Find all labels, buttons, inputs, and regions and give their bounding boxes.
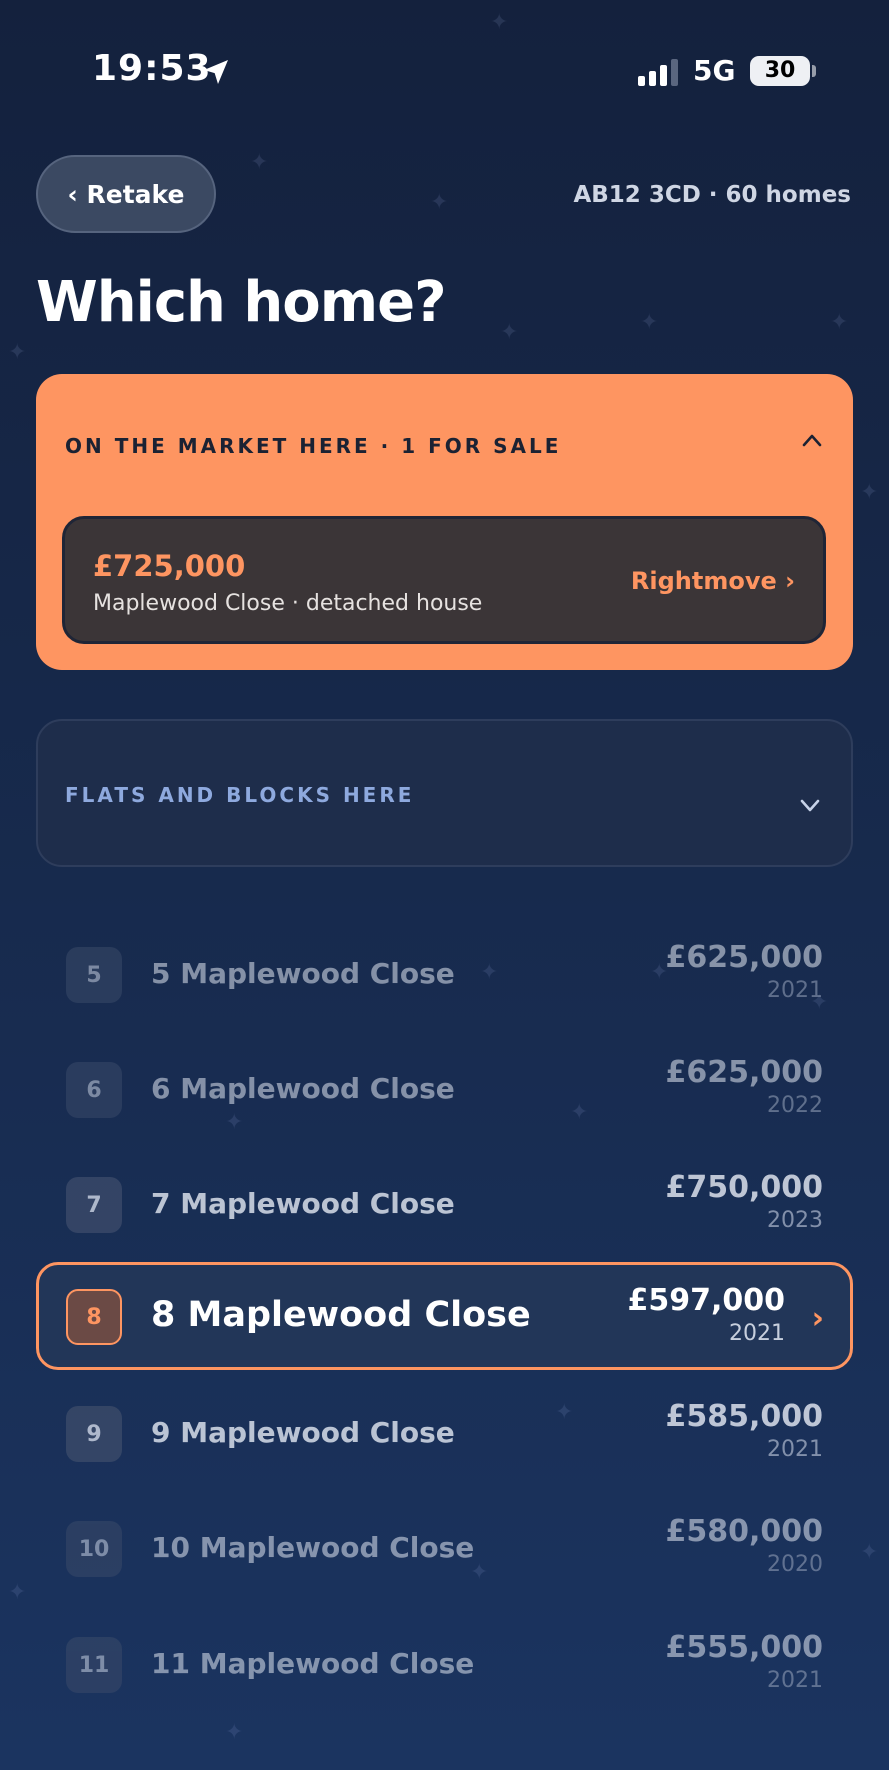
home-price: £585,000 (665, 1399, 823, 1434)
listing-description: Maplewood Close · detached house (93, 591, 483, 616)
page-title: Which home? (36, 270, 447, 335)
home-price: £555,000 (665, 1630, 823, 1665)
home-price: £597,000 (627, 1283, 785, 1318)
home-year: 2020 (767, 1552, 823, 1577)
home-row[interactable]: 10 10 Maplewood Close £580,000 2020 (36, 1494, 853, 1602)
home-year: 2021 (767, 1668, 823, 1693)
postcode-summary: AB12 3CD · 60 homes (573, 182, 851, 208)
home-number-badge: 8 (66, 1289, 122, 1345)
battery-nub (812, 65, 816, 77)
home-number-badge: 11 (66, 1637, 122, 1693)
home-number-badge: 7 (66, 1177, 122, 1233)
network-type: 5G (693, 54, 736, 87)
home-address: 8 Maplewood Close (151, 1295, 531, 1335)
home-year: 2021 (729, 1321, 785, 1346)
home-year: 2021 (767, 978, 823, 1003)
flats-section-title: FLATS AND BLOCKS HERE (65, 783, 415, 807)
home-row[interactable]: 5 5 Maplewood Close £625,000 2021 (36, 920, 853, 1028)
home-address: 6 Maplewood Close (151, 1072, 455, 1105)
home-year: 2021 (767, 1437, 823, 1462)
home-year: 2023 (767, 1208, 823, 1233)
home-price: £625,000 (665, 940, 823, 975)
home-price: £625,000 (665, 1055, 823, 1090)
home-address: 7 Maplewood Close (151, 1187, 455, 1220)
home-address: 9 Maplewood Close (151, 1416, 455, 1449)
home-number-badge: 6 (66, 1062, 122, 1118)
home-row[interactable]: 6 6 Maplewood Close £625,000 2022 (36, 1035, 853, 1143)
chevron-up-icon[interactable] (801, 432, 823, 448)
home-row-selected[interactable]: 8 8 Maplewood Close £597,000 2021 › (36, 1262, 853, 1370)
battery-icon: 30 (750, 56, 810, 86)
chevron-down-icon[interactable] (799, 797, 821, 813)
rightmove-link[interactable]: Rightmove › (631, 567, 795, 595)
home-price: £580,000 (665, 1514, 823, 1549)
location-arrow-icon (204, 60, 228, 84)
market-section[interactable]: ON THE MARKET HERE · 1 FOR SALE £725,000… (36, 374, 853, 670)
chevron-right-icon: › (811, 1301, 824, 1336)
home-year: 2022 (767, 1093, 823, 1118)
home-number-badge: 10 (66, 1521, 122, 1577)
home-row[interactable]: 9 9 Maplewood Close £585,000 2021 (36, 1379, 853, 1487)
signal-icon (638, 59, 678, 86)
market-section-title: ON THE MARKET HERE · 1 FOR SALE (65, 434, 562, 458)
home-address: 10 Maplewood Close (151, 1531, 475, 1564)
retake-button[interactable]: ‹ Retake (36, 155, 216, 233)
home-address: 5 Maplewood Close (151, 957, 455, 990)
home-number-badge: 5 (66, 947, 122, 1003)
status-bar: 19:53 5G 30 (0, 0, 889, 140)
status-time: 19:53 (92, 48, 212, 89)
home-number-badge: 9 (66, 1406, 122, 1462)
listing-price: £725,000 (93, 549, 246, 583)
home-price: £750,000 (665, 1170, 823, 1205)
home-address: 11 Maplewood Close (151, 1647, 475, 1680)
home-row[interactable]: 7 7 Maplewood Close £750,000 2023 (36, 1150, 853, 1258)
home-row[interactable]: 11 11 Maplewood Close £555,000 2021 (36, 1610, 853, 1718)
listing-card[interactable]: £725,000 Maplewood Close · detached hous… (62, 516, 826, 644)
flats-section[interactable]: FLATS AND BLOCKS HERE (36, 719, 853, 867)
